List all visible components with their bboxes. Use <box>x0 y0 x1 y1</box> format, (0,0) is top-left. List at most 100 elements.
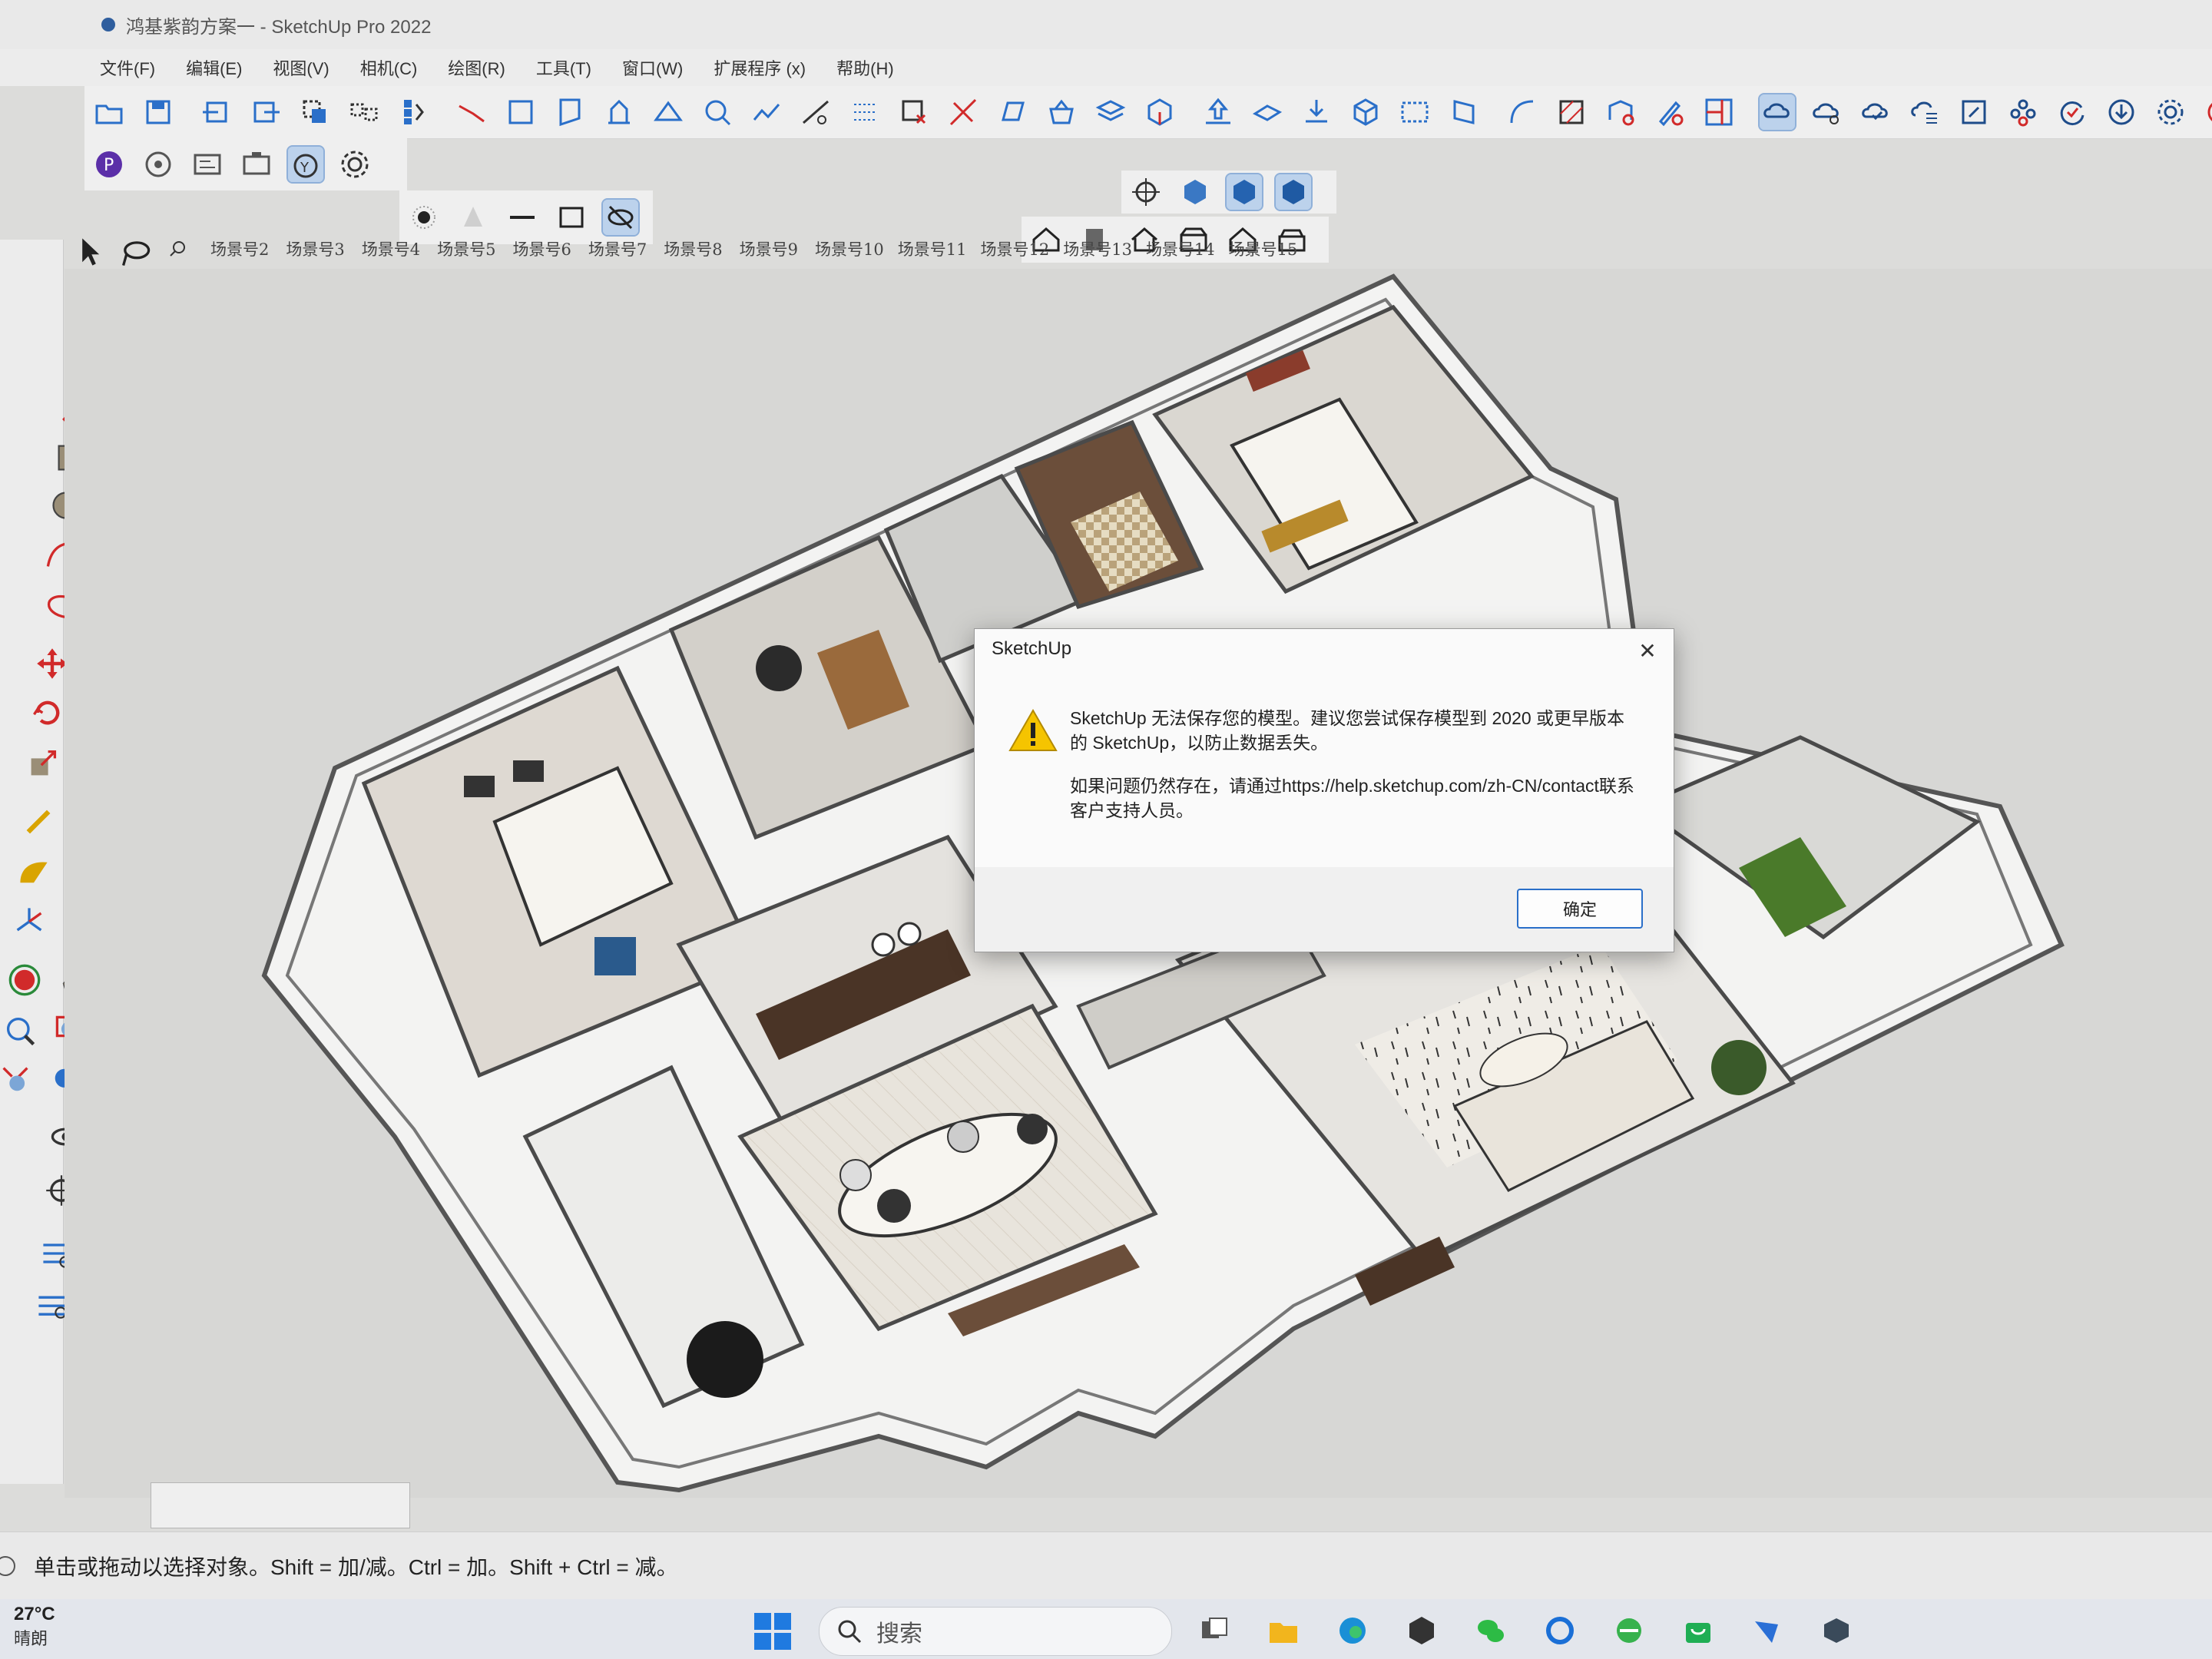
file-explorer-icon[interactable] <box>1263 1610 1304 1651</box>
grid-points-icon[interactable] <box>847 94 882 130</box>
flower-gear-icon[interactable] <box>337 147 373 182</box>
scene-tab-9[interactable]: 场景号9 <box>740 237 798 260</box>
scene-tab-2[interactable]: 场景号2 <box>210 237 269 260</box>
rotate-tool-icon[interactable] <box>28 693 68 733</box>
ungroup-icon[interactable] <box>346 94 382 130</box>
arc-icon[interactable] <box>1505 94 1540 130</box>
axes-tool-icon[interactable] <box>9 902 49 942</box>
hatch-icon[interactable] <box>1554 94 1589 130</box>
menu-window[interactable]: 窗口(W) <box>622 55 683 80</box>
protractor-icon[interactable] <box>14 853 54 892</box>
shopping-bag-icon[interactable] <box>1677 1610 1719 1651</box>
select-group-icon[interactable] <box>297 94 333 130</box>
cloud-list-icon[interactable] <box>1907 94 1942 130</box>
wall-icon[interactable] <box>552 94 588 130</box>
menu-help[interactable]: 帮助(H) <box>836 55 894 80</box>
wall-delete-icon[interactable] <box>1603 94 1638 130</box>
cloud-sync-icon[interactable] <box>1858 94 1893 130</box>
refresh-check-icon[interactable] <box>2055 94 2090 130</box>
roof-icon[interactable] <box>651 94 686 130</box>
menu-file[interactable]: 文件(F) <box>100 55 155 80</box>
flower-icon[interactable] <box>2005 94 2041 130</box>
plugin-p-icon[interactable]: P <box>91 147 127 182</box>
curve-search-icon[interactable] <box>700 94 735 130</box>
dashed-box-icon[interactable] <box>1397 94 1432 130</box>
gear-icon[interactable] <box>2153 94 2188 130</box>
scene-card-icon[interactable] <box>190 147 225 182</box>
cloud-share-icon[interactable] <box>1809 94 1844 130</box>
menu-draw[interactable]: 绘图(R) <box>448 55 505 80</box>
search-icon[interactable] <box>169 240 187 258</box>
scene-tab-6[interactable]: 场景号6 <box>513 237 571 260</box>
weather-widget[interactable]: 27°C 晴朗 <box>14 1604 55 1650</box>
layers-icon[interactable] <box>1093 94 1128 130</box>
measurements-box[interactable] <box>151 1482 410 1528</box>
box-icon[interactable] <box>1348 94 1383 130</box>
ie-browser-icon[interactable] <box>1539 1610 1581 1651</box>
floorplan-icon[interactable] <box>1701 94 1737 130</box>
scene-tab-14[interactable]: 场景号14 <box>1146 237 1215 260</box>
delete-frame-icon[interactable] <box>896 94 932 130</box>
offset-face-icon[interactable] <box>995 94 1030 130</box>
component-import-icon[interactable] <box>199 94 234 130</box>
basket-icon[interactable] <box>1044 94 1079 130</box>
360-browser-icon[interactable] <box>1608 1610 1650 1651</box>
edge-browser-icon[interactable] <box>1332 1610 1373 1651</box>
zoom-extents-icon[interactable] <box>0 1060 35 1100</box>
door-icon[interactable] <box>1446 94 1482 130</box>
download-circle-icon[interactable] <box>2104 94 2139 130</box>
save-icon[interactable] <box>141 94 176 130</box>
close-icon[interactable]: ✕ <box>1632 635 1663 666</box>
windows-start-icon[interactable] <box>753 1611 793 1651</box>
intersect-icon[interactable] <box>945 94 981 130</box>
sketchup-task-icon[interactable] <box>1401 1610 1442 1651</box>
menu-extensions[interactable]: 扩展程序 (x) <box>714 55 806 80</box>
compass-icon[interactable] <box>1128 174 1164 210</box>
cube-front-icon[interactable] <box>1177 174 1213 210</box>
layout-app-icon[interactable] <box>1816 1610 1857 1651</box>
scene-tab-12[interactable]: 场景号12 <box>980 237 1049 260</box>
task-view-icon[interactable] <box>1194 1610 1235 1651</box>
orbit-eye-icon[interactable] <box>141 147 176 182</box>
lasso-select-icon[interactable] <box>115 232 155 272</box>
info-icon[interactable] <box>0 1556 15 1576</box>
push-up-icon[interactable] <box>1200 94 1236 130</box>
scene-tab-8[interactable]: 场景号8 <box>664 237 722 260</box>
cube-red-icon[interactable] <box>1142 94 1177 130</box>
component-export-icon[interactable] <box>248 94 283 130</box>
slab-icon[interactable] <box>1250 94 1285 130</box>
line-cut-icon[interactable] <box>798 94 833 130</box>
scene-tab-3[interactable]: 场景号3 <box>286 237 344 260</box>
scene-tab-5[interactable]: 场景号5 <box>437 237 495 260</box>
orbit-tool-icon[interactable] <box>5 960 45 1000</box>
wechat-icon[interactable] <box>1470 1610 1512 1651</box>
menu-camera[interactable]: 相机(C) <box>360 55 418 80</box>
frame-icon[interactable] <box>1956 94 1992 130</box>
stack-icon[interactable] <box>396 94 431 130</box>
ok-button[interactable]: 确定 <box>1517 889 1643 929</box>
timer-y-icon[interactable]: Y <box>286 145 325 184</box>
scene-tab-10[interactable]: 场景号10 <box>815 237 884 260</box>
scene-tab-7[interactable]: 场景号7 <box>588 237 647 260</box>
polyline-icon[interactable] <box>749 94 784 130</box>
scene-tab-15[interactable]: 场景号15 <box>1229 237 1298 260</box>
scene-tab-13[interactable]: 场景号13 <box>1063 237 1132 260</box>
rectangle-icon[interactable] <box>503 94 538 130</box>
pen-cancel-icon[interactable] <box>1652 94 1687 130</box>
select-arrow-icon[interactable] <box>69 232 109 272</box>
zoom-tool-icon[interactable] <box>0 1011 40 1051</box>
menu-view[interactable]: 视图(V) <box>273 55 329 80</box>
scale-tool-icon[interactable] <box>23 743 63 783</box>
menu-edit[interactable]: 编辑(E) <box>186 55 242 80</box>
cube-top-icon[interactable] <box>1274 173 1313 211</box>
camera-box-icon[interactable] <box>239 147 274 182</box>
tape-measure-icon[interactable] <box>18 802 58 842</box>
feishu-icon[interactable] <box>1747 1610 1788 1651</box>
building-icon[interactable] <box>601 94 637 130</box>
cube-iso-icon[interactable] <box>1225 173 1263 211</box>
menu-tools[interactable]: 工具(T) <box>536 55 591 80</box>
cloud-link-icon[interactable] <box>1758 93 1796 131</box>
taskbar-search-input[interactable]: 搜索 <box>819 1607 1172 1656</box>
download-icon[interactable] <box>1299 94 1334 130</box>
line-red-icon[interactable] <box>454 94 489 130</box>
